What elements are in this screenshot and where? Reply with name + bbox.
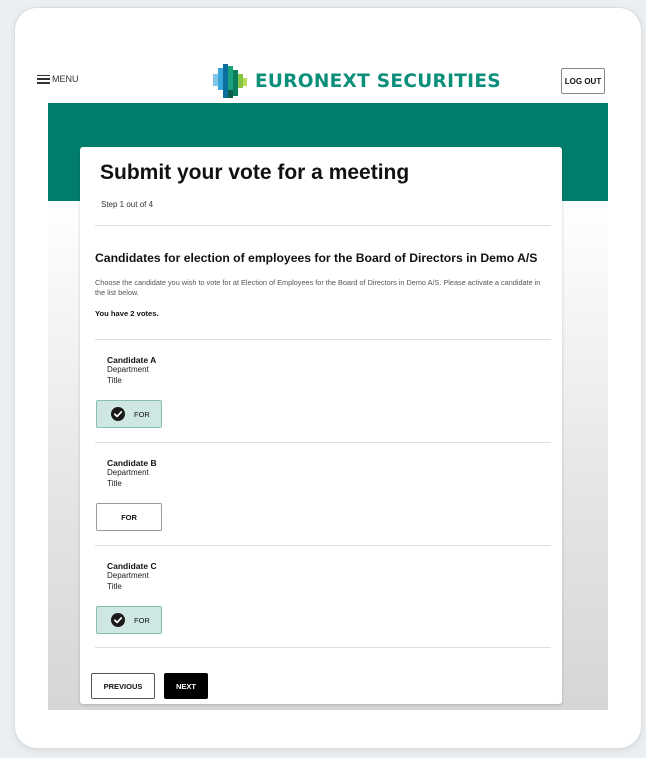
logout-button[interactable]: LOG OUT (561, 68, 605, 94)
candidate-department: Department (107, 365, 149, 374)
section-title: Candidates for election of employees for… (95, 251, 538, 265)
check-circle-icon (111, 407, 125, 421)
candidate-row: Candidate B Department Title FOR (95, 443, 551, 545)
check-circle-icon (111, 613, 125, 627)
next-button[interactable]: NEXT (164, 673, 208, 699)
brand-logo[interactable]: EURONEXT SECURITIES (211, 62, 501, 100)
candidate-title: Title (107, 376, 122, 385)
menu-label: MENU (52, 74, 79, 84)
vote-card: Submit your vote for a meeting Step 1 ou… (80, 147, 562, 704)
vote-for-label: FOR (134, 615, 150, 625)
divider (95, 225, 551, 226)
candidate-name: Candidate B (107, 458, 157, 468)
top-bar: MENU EURONEXT SECURITIES LOG OUT (15, 8, 641, 103)
candidate-name: Candidate C (107, 561, 157, 571)
candidate-department: Department (107, 571, 149, 580)
vote-for-label: FOR (121, 512, 137, 522)
votes-remaining: You have 2 votes. (95, 309, 159, 318)
divider (95, 647, 551, 648)
candidate-department: Department (107, 468, 149, 477)
euronext-logo-icon (213, 64, 247, 98)
app-frame: MENU EURONEXT SECURITIES LOG OUT Submit … (15, 8, 641, 748)
vote-for-button[interactable]: FOR (96, 503, 162, 531)
candidate-row: Candidate C Department Title FOR (95, 546, 551, 648)
step-indicator: Step 1 out of 4 (101, 200, 154, 209)
menu-button[interactable]: MENU (37, 74, 79, 84)
hamburger-icon (37, 74, 50, 84)
candidate-name: Candidate A (107, 355, 157, 365)
instructions-text: Choose the candidate you wish to vote fo… (95, 278, 541, 297)
vote-for-button[interactable]: FOR (96, 606, 162, 634)
candidate-title: Title (107, 582, 122, 591)
previous-button[interactable]: PREVIOUS (91, 673, 155, 699)
logo-text: EURONEXT SECURITIES (255, 70, 501, 92)
vote-for-label: FOR (134, 409, 150, 419)
page-title: Submit your vote for a meeting (100, 161, 410, 184)
vote-for-button[interactable]: FOR (96, 400, 162, 428)
candidate-row: Candidate A Department Title FOR (95, 340, 551, 442)
candidate-title: Title (107, 479, 122, 488)
